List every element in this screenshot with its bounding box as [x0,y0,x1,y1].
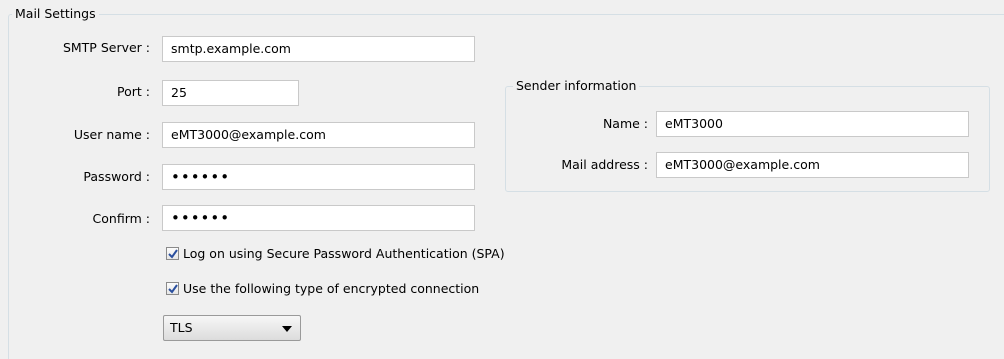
chevron-down-icon [282,326,292,332]
encryption-type-value: TLS [170,320,193,335]
spa-checkbox-row[interactable]: Log on using Secure Password Authenticat… [166,246,505,261]
confirm-password-input[interactable]: •••••• [162,205,475,231]
user-name-input[interactable]: eMT3000@example.com [162,122,475,148]
spa-checkbox[interactable] [166,247,179,260]
sender-name-label: Name : [602,116,648,131]
port-input[interactable]: 25 [162,80,299,106]
sender-information-title: Sender information [513,78,640,94]
encrypted-connection-label[interactable]: Use the following type of encrypted conn… [183,281,479,296]
mail-address-input[interactable]: eMT3000@example.com [656,152,969,178]
encrypted-connection-checkbox[interactable] [166,282,179,295]
mail-address-label: Mail address : [561,157,648,172]
checkmark-icon [168,249,178,259]
sender-name-input[interactable]: eMT3000 [656,111,969,137]
port-label: Port : [117,84,150,99]
encrypted-connection-checkbox-row[interactable]: Use the following type of encrypted conn… [166,281,479,296]
password-input[interactable]: •••••• [162,164,475,190]
smtp-server-input[interactable]: smtp.example.com [162,36,475,62]
user-name-label: User name : [73,127,150,142]
smtp-server-label: SMTP Server : [62,40,150,55]
password-label: Password : [83,169,150,184]
spa-checkbox-label[interactable]: Log on using Secure Password Authenticat… [183,246,505,261]
mail-settings-title: Mail Settings [12,6,99,22]
encryption-type-select[interactable]: TLS [163,315,301,341]
checkmark-icon [168,284,178,294]
confirm-label: Confirm : [92,211,150,226]
